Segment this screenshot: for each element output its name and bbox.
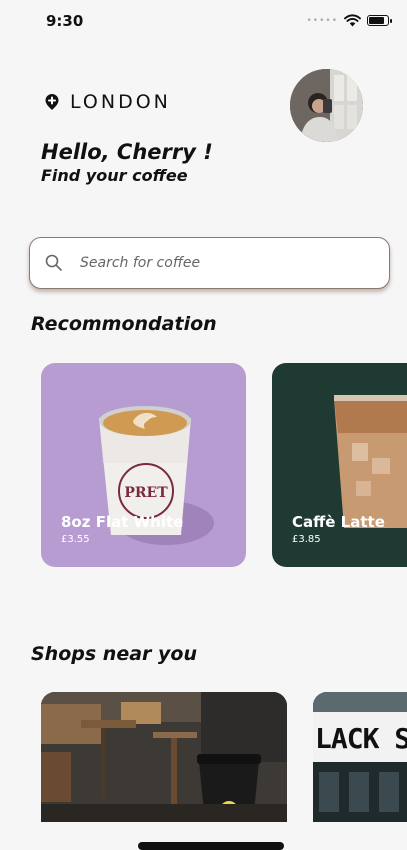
shop-storefront-image <box>313 692 407 822</box>
greeting-subtitle: Find your coffee <box>41 166 188 185</box>
shop-sign-text: LACK S <box>315 722 407 755</box>
status-icons: ••••• <box>306 14 392 27</box>
recommendation-title: Recommondation <box>31 313 217 335</box>
status-bar: 9:30 ••••• <box>0 0 407 44</box>
product-name: Caffè Latte <box>292 513 385 531</box>
status-time: 9:30 <box>46 12 84 30</box>
svg-text:PRET: PRET <box>124 485 168 501</box>
product-price: £3.55 <box>61 534 90 545</box>
product-price: £3.85 <box>292 534 321 545</box>
avatar[interactable] <box>290 69 363 142</box>
product-card-caffe-latte[interactable]: Caffè Latte £3.85 <box>272 363 407 567</box>
shop-card-2[interactable]: LACK S <box>313 692 407 822</box>
battery-icon <box>367 15 392 26</box>
home-indicator <box>138 842 284 850</box>
location-pin-icon <box>45 94 59 110</box>
battery-level <box>369 17 384 24</box>
search-icon <box>45 254 62 271</box>
avatar-photo <box>290 69 363 142</box>
shops-title: Shops near you <box>31 643 197 665</box>
cellular-signal-icon: ••••• <box>306 15 338 26</box>
search-bar[interactable] <box>29 237 390 289</box>
location[interactable]: LONDON <box>44 91 171 113</box>
cafe-interior-image <box>41 692 287 822</box>
search-input[interactable] <box>78 254 362 272</box>
wifi-icon <box>344 14 361 27</box>
greeting-title: Hello, Cherry ! <box>41 140 213 164</box>
location-city: LONDON <box>70 91 171 113</box>
product-name: 8oz Flat White <box>61 513 184 531</box>
product-card-flat-white[interactable]: PRET 8oz Flat White £3.55 <box>41 363 246 567</box>
shop-card-1[interactable] <box>41 692 287 822</box>
